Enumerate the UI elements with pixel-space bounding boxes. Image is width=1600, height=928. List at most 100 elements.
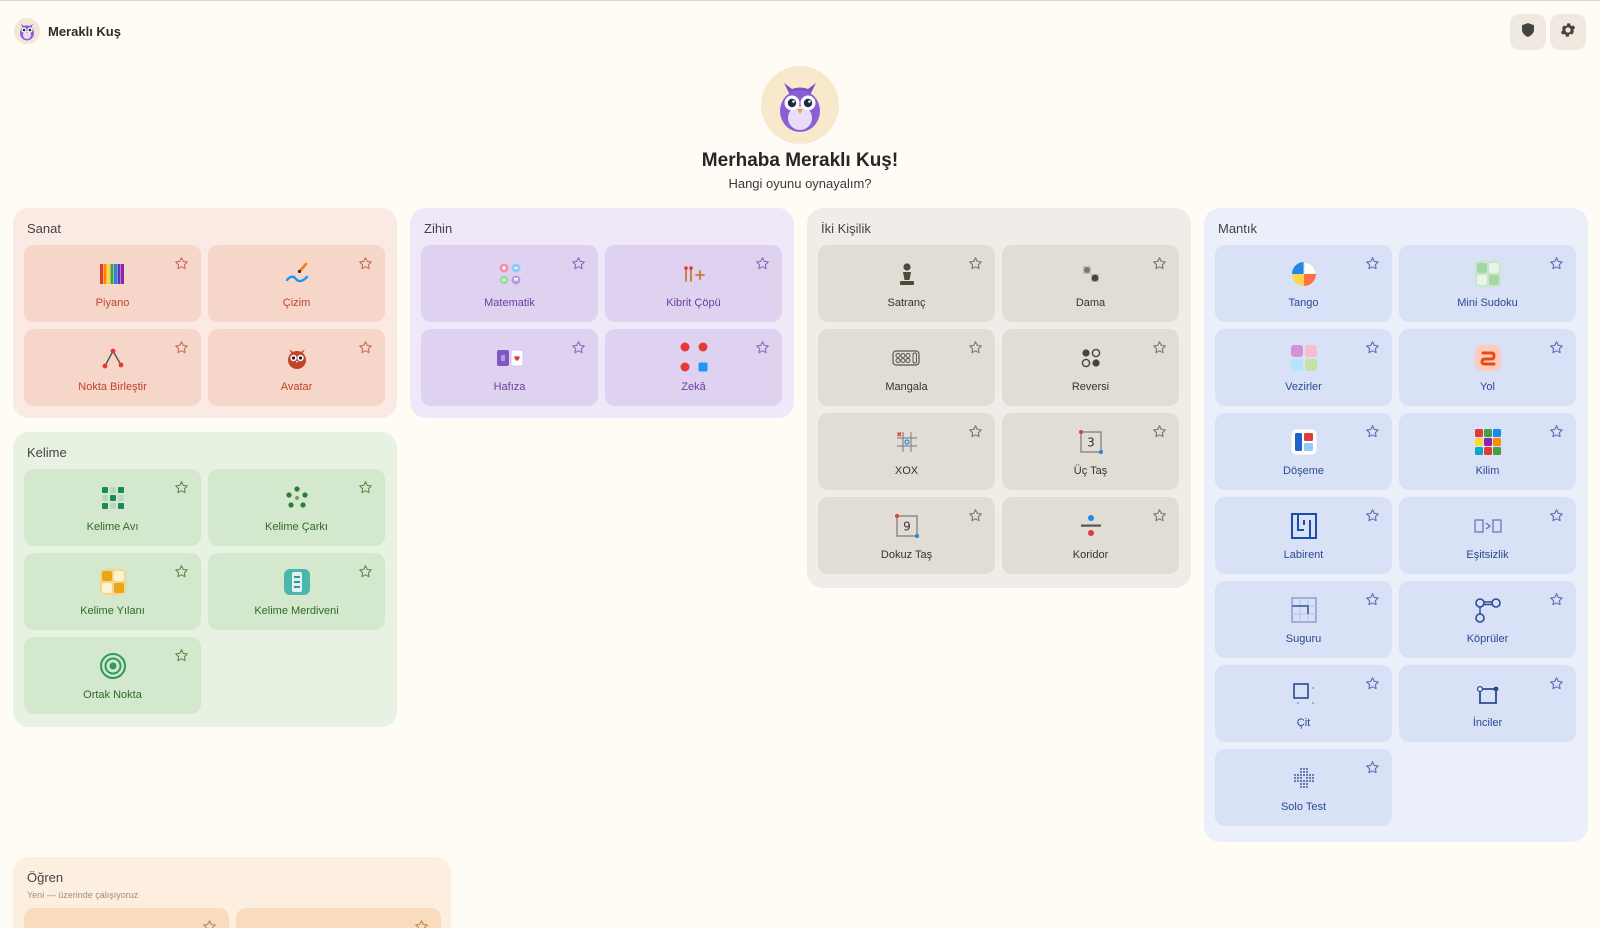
parental-shield-button[interactable] <box>1510 14 1546 50</box>
favorite-star-icon[interactable] <box>174 340 189 355</box>
game-card-koridor[interactable]: Koridor <box>1002 497 1179 574</box>
game-card-vezirler[interactable]: Vezirler <box>1215 329 1392 406</box>
tiling-icon <box>1289 427 1319 457</box>
game-label: Kelime Avı <box>86 521 139 533</box>
game-card-piyano[interactable]: Piyano <box>24 245 201 322</box>
favorite-star-icon[interactable] <box>174 480 189 495</box>
game-card-mangala[interactable]: Mangala <box>818 329 995 406</box>
favorite-star-icon[interactable] <box>1365 760 1380 775</box>
game-card-avatar[interactable]: Avatar <box>208 329 385 406</box>
favorite-star-icon[interactable] <box>1549 340 1564 355</box>
game-card-mini-sudoku[interactable]: Mini Sudoku <box>1399 245 1576 322</box>
piano-icon <box>98 259 128 289</box>
kilim-icon <box>1473 427 1503 457</box>
game-card-inciler[interactable]: İnciler <box>1399 665 1576 742</box>
game-label: Döşeme <box>1283 465 1324 477</box>
game-card-kelime-merdiveni[interactable]: Kelime Merdiveni <box>208 553 385 630</box>
favorite-star-icon[interactable] <box>1152 424 1167 439</box>
game-card-esitsizlik[interactable]: Eşitsizlik <box>1399 497 1576 574</box>
favorite-star-icon[interactable] <box>755 340 770 355</box>
favorite-star-icon[interactable] <box>1152 256 1167 271</box>
section-iki-kisilik: İki Kişilik Satranç Dama Mangala Reversi… <box>807 208 1191 588</box>
queens-icon <box>1289 343 1319 373</box>
favorite-star-icon[interactable] <box>1365 592 1380 607</box>
favorite-star-icon[interactable] <box>1549 676 1564 691</box>
top-border <box>0 0 1600 1</box>
favorite-star-icon[interactable] <box>968 256 983 271</box>
game-card-suguru[interactable]: Suguru <box>1215 581 1392 658</box>
favorite-star-icon[interactable] <box>968 508 983 523</box>
section-title: İki Kişilik <box>821 221 871 236</box>
favorite-star-icon[interactable] <box>1549 508 1564 523</box>
game-card-solo-test[interactable]: Solo Test <box>1215 749 1392 826</box>
favorite-star-icon[interactable] <box>174 648 189 663</box>
welcome-hero: Merhaba Meraklı Kuş! Hangi oyunu oynayal… <box>0 66 1600 191</box>
game-card-reversi[interactable]: Reversi <box>1002 329 1179 406</box>
favorite-star-icon[interactable] <box>1365 340 1380 355</box>
game-card-tango[interactable]: Tango <box>1215 245 1392 322</box>
game-card-dama[interactable]: Dama <box>1002 245 1179 322</box>
favorite-star-icon[interactable] <box>968 340 983 355</box>
game-card-ogren-1[interactable] <box>24 908 229 928</box>
game-card-kelime-avi[interactable]: Kelime Avı <box>24 469 201 546</box>
game-card-hafiza[interactable]: Hafıza <box>421 329 598 406</box>
favorite-star-icon[interactable] <box>1365 676 1380 691</box>
favorite-star-icon[interactable] <box>968 424 983 439</box>
game-card-cizim[interactable]: Çizim <box>208 245 385 322</box>
game-card-yol[interactable]: Yol <box>1399 329 1576 406</box>
peg-solitaire-icon <box>1289 763 1319 793</box>
favorite-star-icon[interactable] <box>1549 424 1564 439</box>
game-card-ogren-2[interactable] <box>236 908 441 928</box>
gear-icon <box>1559 21 1577 44</box>
favorite-star-icon[interactable] <box>1152 508 1167 523</box>
game-card-satranc[interactable]: Satranç <box>818 245 995 322</box>
greeting-title: Merhaba Meraklı Kuş! <box>701 150 899 171</box>
game-card-xox[interactable]: XOX <box>818 413 995 490</box>
favorite-star-icon[interactable] <box>202 919 217 928</box>
settings-button[interactable] <box>1550 14 1586 50</box>
game-card-ortak-nokta[interactable]: Ortak Nokta <box>24 637 201 714</box>
favorite-star-icon[interactable] <box>174 564 189 579</box>
favorite-star-icon[interactable] <box>1549 256 1564 271</box>
favorite-star-icon[interactable] <box>358 340 373 355</box>
favorite-star-icon[interactable] <box>571 256 586 271</box>
game-label: Suguru <box>1285 633 1322 645</box>
favorite-star-icon[interactable] <box>358 564 373 579</box>
game-label: Zekâ <box>681 381 706 393</box>
favorite-star-icon[interactable] <box>571 340 586 355</box>
game-label: Çizim <box>282 297 311 309</box>
favorite-star-icon[interactable] <box>1152 340 1167 355</box>
game-label: Mini Sudoku <box>1457 297 1518 309</box>
favorite-star-icon[interactable] <box>1365 256 1380 271</box>
app-name: Meraklı Kuş <box>48 23 121 39</box>
game-card-zeka[interactable]: Zekâ <box>605 329 782 406</box>
favorite-star-icon[interactable] <box>174 256 189 271</box>
favorite-star-icon[interactable] <box>358 480 373 495</box>
game-card-kilim[interactable]: Kilim <box>1399 413 1576 490</box>
favorite-star-icon[interactable] <box>1549 592 1564 607</box>
favorite-star-icon[interactable] <box>358 256 373 271</box>
game-card-kelime-yilani[interactable]: Kelime Yılanı <box>24 553 201 630</box>
game-card-labirent[interactable]: Labirent <box>1215 497 1392 574</box>
game-card-kelime-carki[interactable]: Kelime Çarkı <box>208 469 385 546</box>
checkers-icon <box>1076 259 1106 289</box>
owl-avatar-icon[interactable] <box>761 66 839 144</box>
game-card-kibrit-copu[interactable]: Kibrit Çöpü <box>605 245 782 322</box>
game-card-kopruler[interactable]: Köprüler <box>1399 581 1576 658</box>
favorite-star-icon[interactable] <box>1365 508 1380 523</box>
game-label: Labirent <box>1283 549 1324 561</box>
favorite-star-icon[interactable] <box>414 919 429 928</box>
game-card-matematik[interactable]: Matematik <box>421 245 598 322</box>
game-card-doseme[interactable]: Döşeme <box>1215 413 1392 490</box>
favorite-star-icon[interactable] <box>1365 424 1380 439</box>
tango-icon <box>1289 259 1319 289</box>
game-card-uc-tas[interactable]: 3 Üç Taş <box>1002 413 1179 490</box>
brand[interactable]: Meraklı Kuş <box>14 18 121 44</box>
game-card-cit[interactable]: Çit <box>1215 665 1392 742</box>
colored-dots-icon <box>679 342 709 373</box>
shield-icon <box>1520 22 1536 43</box>
favorite-star-icon[interactable] <box>755 256 770 271</box>
game-card-nokta-birlestir[interactable]: Nokta Birleştir <box>24 329 201 406</box>
three-stones-icon: 3 <box>1076 427 1106 457</box>
game-card-dokuz-tas[interactable]: 9 Dokuz Taş <box>818 497 995 574</box>
